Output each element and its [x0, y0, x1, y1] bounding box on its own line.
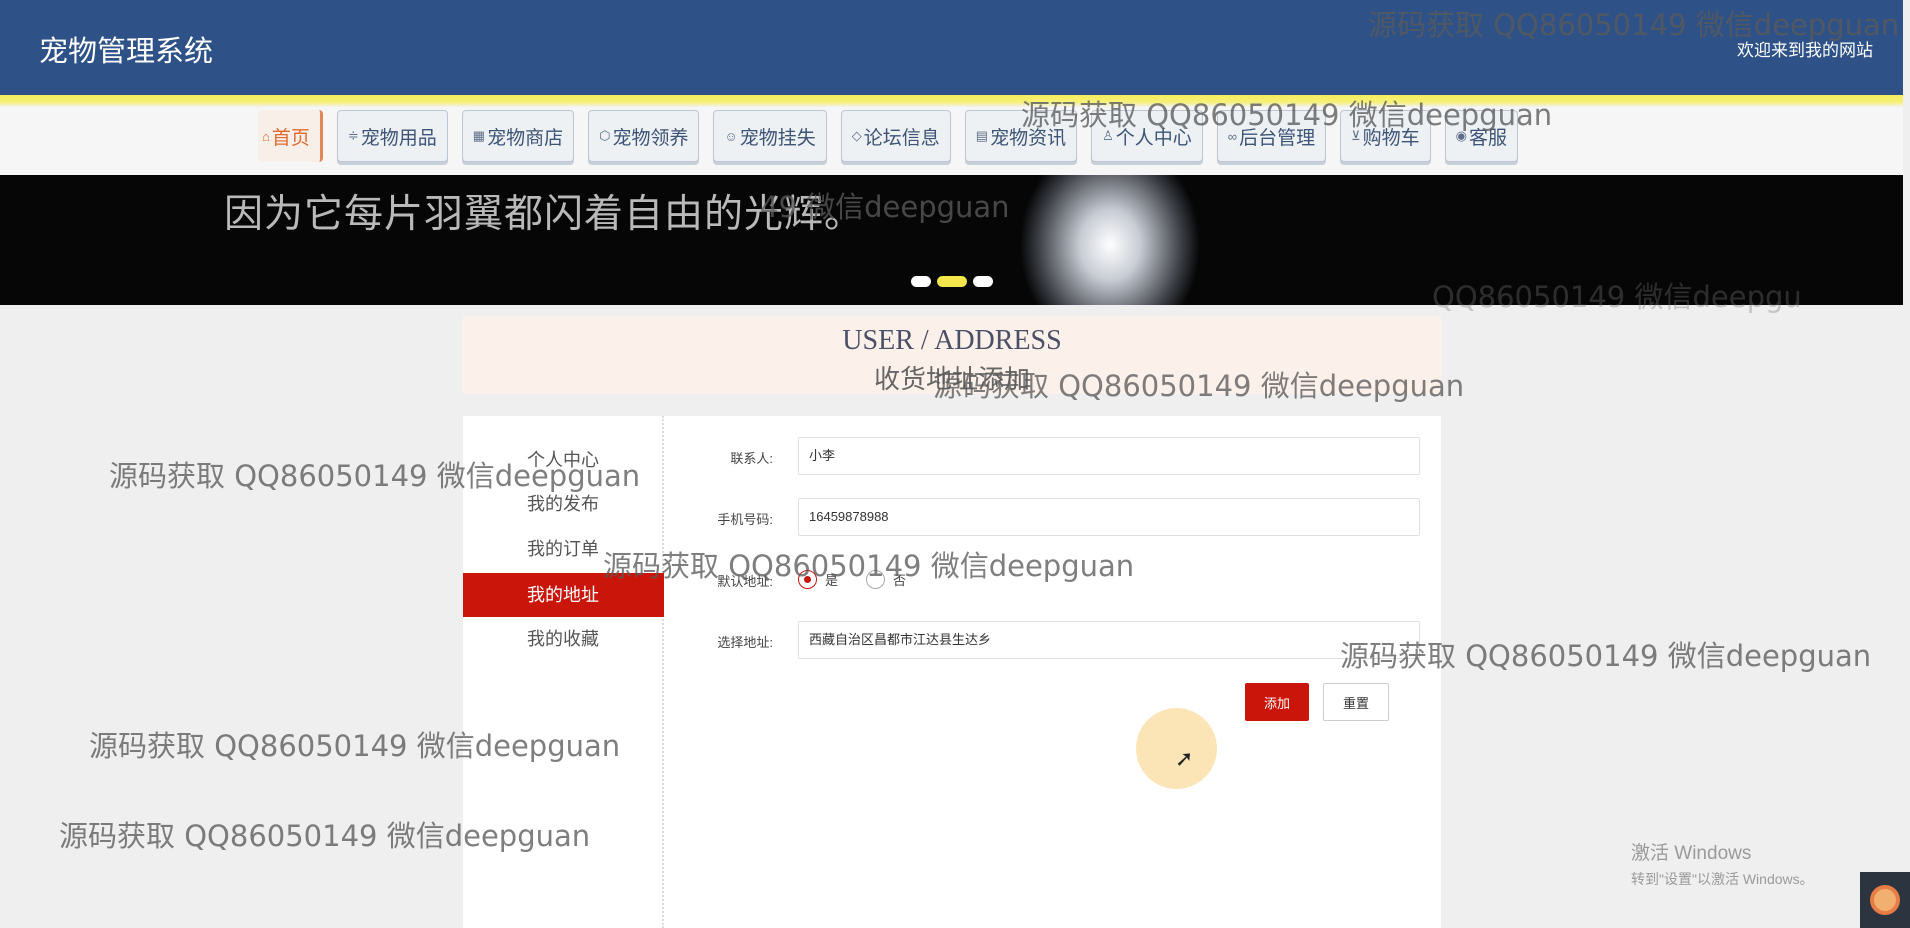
- nav-label: 宠物领养: [612, 127, 689, 149]
- contact-input[interactable]: 小李: [798, 437, 1420, 475]
- settings-gear-icon[interactable]: [1860, 872, 1910, 928]
- nav-label: 宠物用品: [360, 127, 437, 149]
- sliders-icon: ≑: [347, 128, 359, 143]
- phone-label: 手机号码:: [717, 512, 773, 527]
- nav-label: 宠物挂失: [739, 127, 816, 149]
- watermark: 源码获取 QQ86050149 微信deepguan: [109, 459, 641, 493]
- watermark: 源码获取 QQ86050149 微信deepguan: [933, 369, 1465, 403]
- box-icon: ⬡: [599, 128, 611, 143]
- carousel-indicators: [911, 276, 993, 287]
- carousel-dot[interactable]: [973, 276, 993, 287]
- watermark: 源码获取 QQ86050149 微信deepguan: [1340, 639, 1872, 673]
- carousel-dot-active[interactable]: [937, 276, 967, 287]
- address-select-input[interactable]: 西藏自治区昌都市江达县生达乡: [798, 621, 1420, 659]
- mouse-cursor-icon: ➚: [1175, 746, 1194, 771]
- phone-input[interactable]: 16459878988: [798, 498, 1420, 536]
- address-select-label: 选择地址:: [717, 635, 773, 650]
- site-title[interactable]: 宠物管理系统: [39, 28, 213, 70]
- activation-title: 激活 Windows: [1631, 843, 1752, 864]
- nav-pet-lost[interactable]: ☺ 宠物挂失: [713, 110, 827, 162]
- tag-icon: ◇: [851, 128, 862, 143]
- nav-pet-adoption[interactable]: ⬡ 宠物领养: [588, 110, 700, 162]
- home-icon: ⌂: [262, 128, 270, 144]
- watermark: 源码获取 QQ86050149 微信deepguan: [1368, 8, 1900, 42]
- watermark: 源码获取 QQ86050149 微信deepguan: [59, 819, 591, 853]
- watermark: 源码获取 QQ86050149 微信deepguan: [1021, 98, 1553, 132]
- activation-hint: 转到"设置"以激活 Windows。: [1631, 871, 1814, 887]
- header-accent-line: [0, 95, 1903, 107]
- carousel-dot[interactable]: [911, 276, 931, 287]
- nav-pet-shop[interactable]: ▦ 宠物商店: [461, 110, 575, 162]
- nav-label: 论坛信息: [863, 127, 940, 149]
- nav-forum[interactable]: ◇ 论坛信息: [840, 110, 951, 162]
- watermark: QQ86050149 微信deepgu: [1432, 280, 1802, 314]
- sidebar-item-my-favorites[interactable]: 我的收藏: [463, 617, 664, 661]
- add-button[interactable]: 添加: [1245, 683, 1309, 721]
- calendar-icon: ▦: [472, 128, 486, 143]
- watermark: 源码获取 QQ86050149 微信deepguan: [89, 729, 621, 763]
- contact-label: 联系人:: [730, 451, 773, 466]
- smile-icon: ☺: [724, 128, 738, 144]
- nav-pet-supplies[interactable]: ≑ 宠物用品: [336, 110, 448, 162]
- nav-label: 宠物商店: [487, 127, 564, 149]
- watermark: 源码获取 QQ86050149 微信deepguan: [603, 549, 1135, 583]
- gear-icon-shape: [1870, 885, 1900, 915]
- watermark: 49 微信deepguan: [760, 190, 1010, 224]
- nav-label: 首页: [271, 127, 310, 149]
- newspaper-icon: ▤: [975, 128, 989, 143]
- section-title-en: USER / ADDRESS: [842, 325, 1062, 356]
- nav-home[interactable]: ⌂ 首页: [258, 110, 323, 162]
- reset-button[interactable]: 重置: [1323, 683, 1389, 721]
- windows-activation-notice: 激活 Windows 转到"设置"以激活 Windows。: [1631, 838, 1814, 889]
